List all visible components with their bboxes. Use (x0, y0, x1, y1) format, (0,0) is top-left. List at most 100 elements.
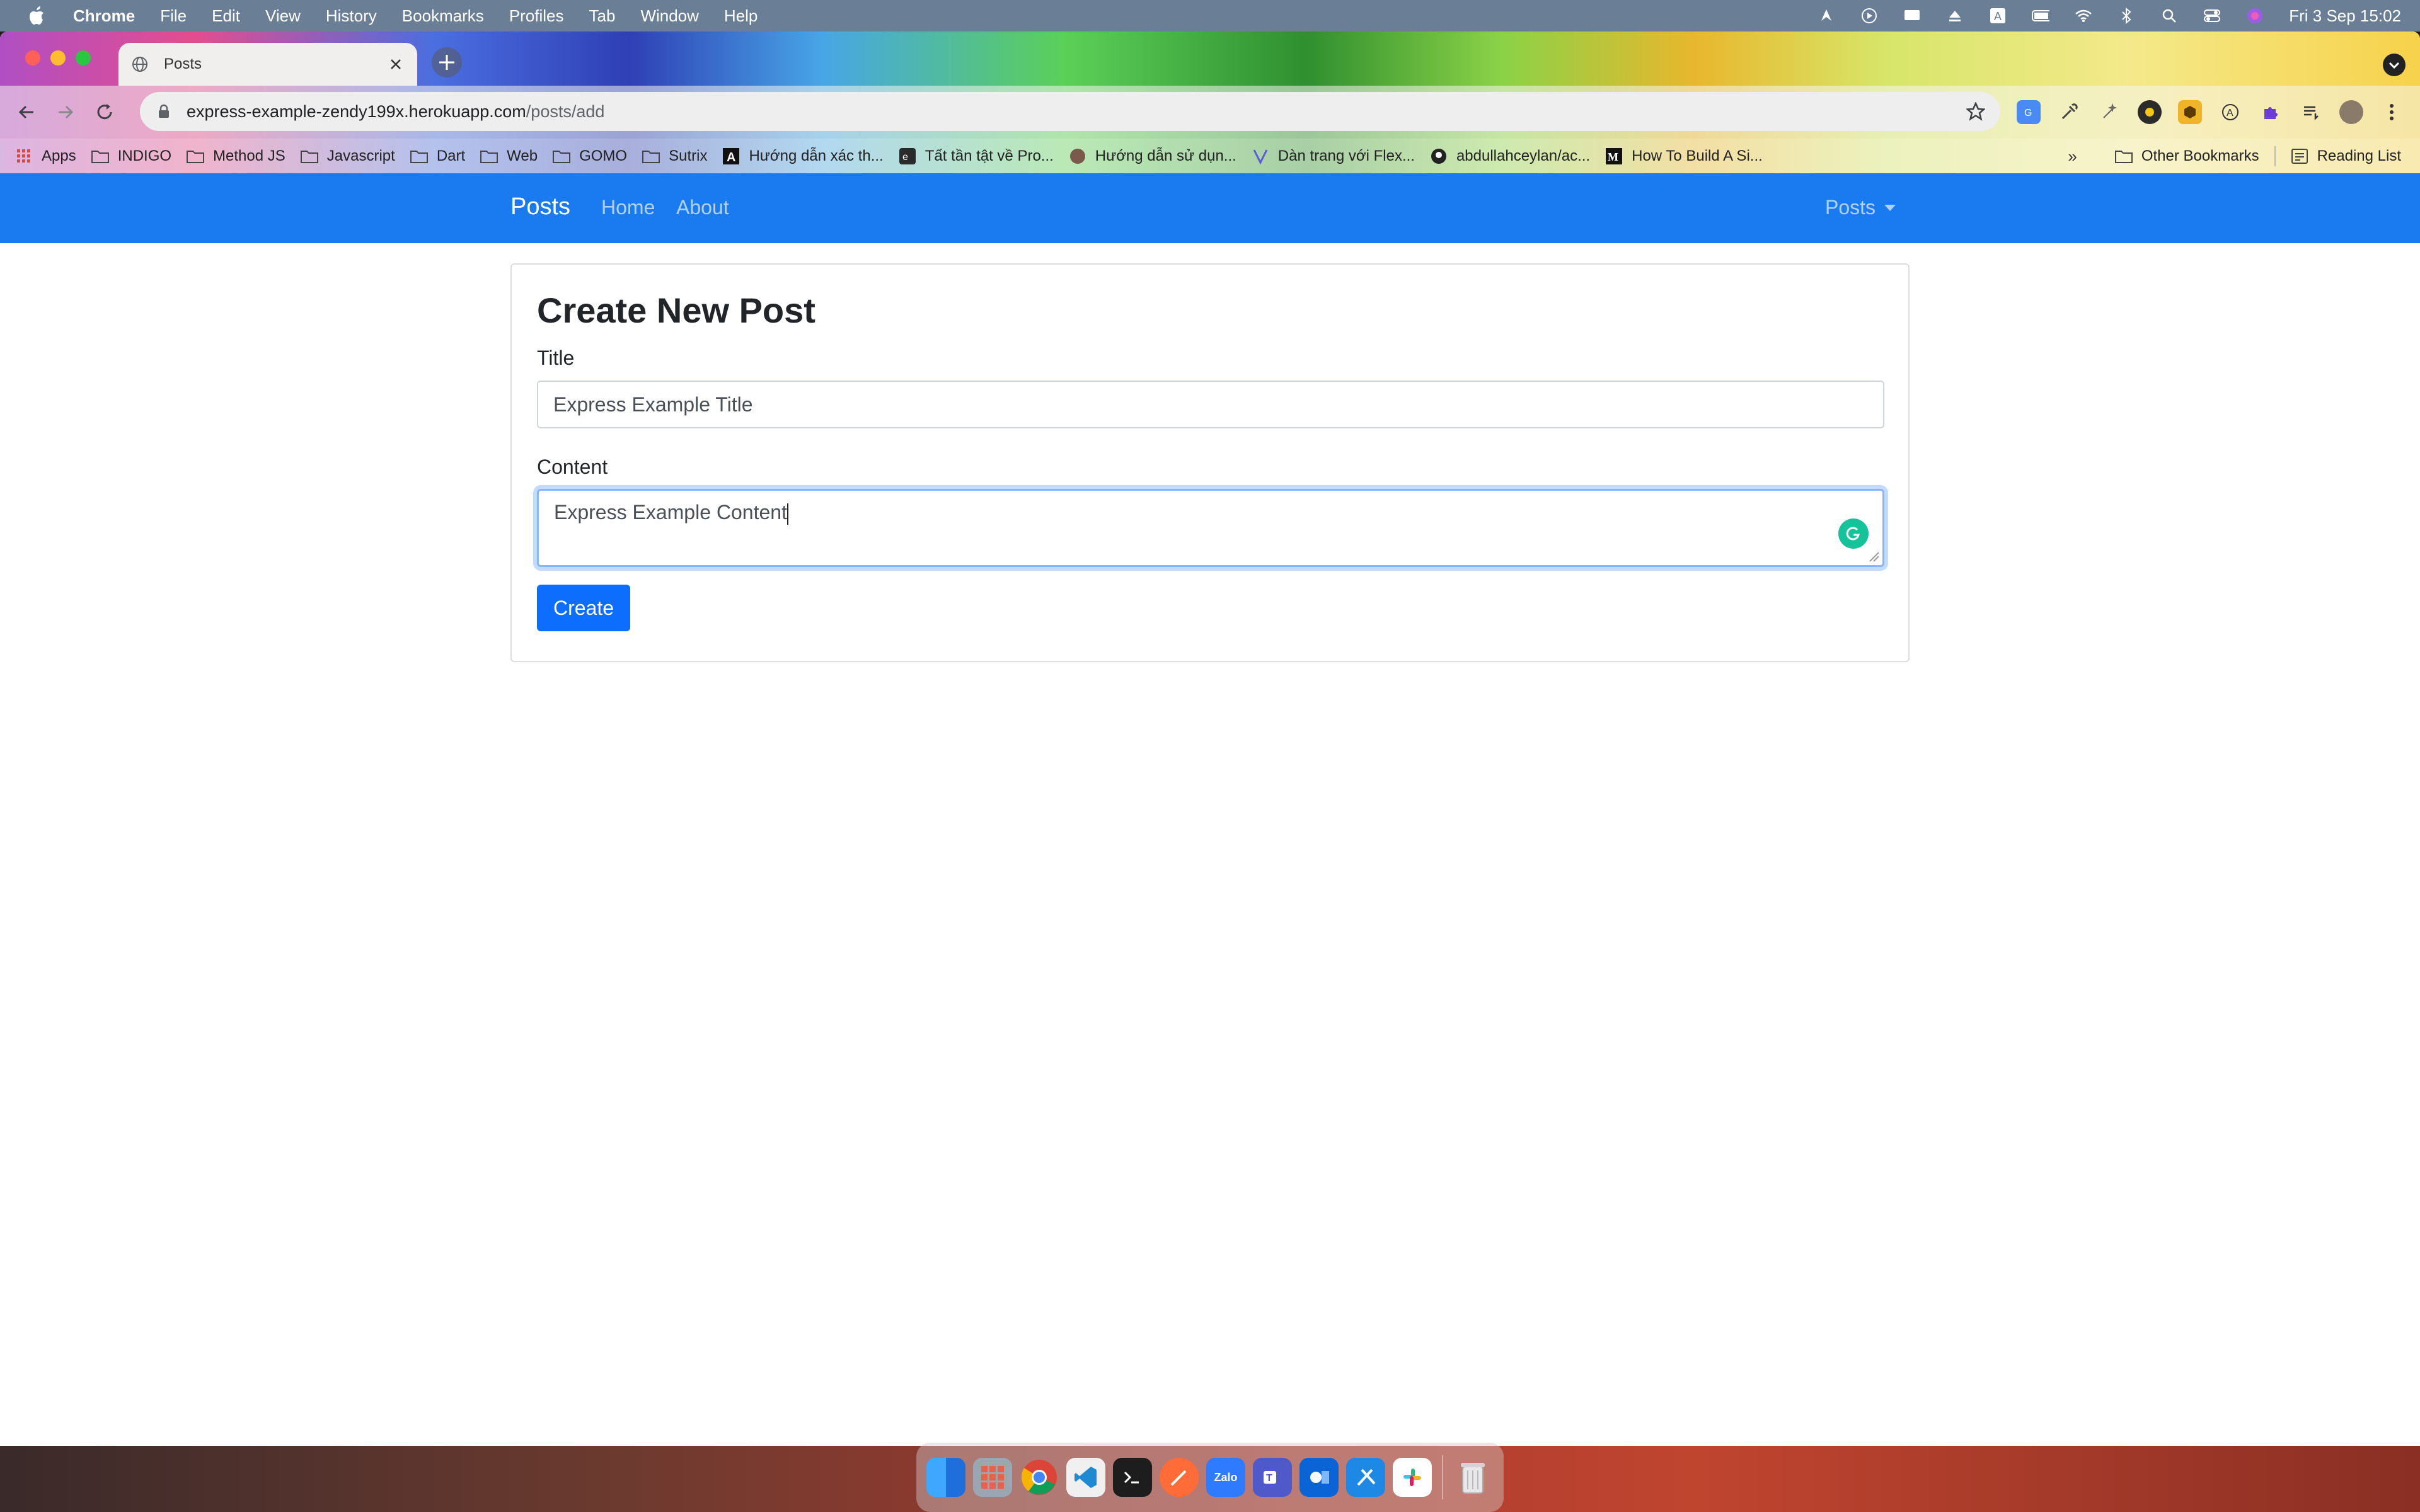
bookmark-folder-dart[interactable]: Dart (410, 147, 465, 165)
bookmark-dan-trang-flex[interactable]: Dàn trang với Flex... (1252, 147, 1415, 165)
control-center-icon[interactable] (2203, 7, 2221, 25)
reload-icon[interactable] (92, 100, 117, 125)
bookmark-folder-method-js[interactable]: Method JS (187, 147, 285, 165)
postman-icon[interactable] (1160, 1458, 1199, 1497)
xcode-icon[interactable] (1346, 1458, 1385, 1497)
menu-window[interactable]: Window (640, 6, 698, 26)
lock-icon[interactable] (156, 104, 171, 119)
tab-strip: Posts (0, 32, 2420, 86)
teams-icon[interactable]: T (1253, 1458, 1292, 1497)
menu-file[interactable]: File (160, 6, 187, 26)
tab-title: Posts (164, 55, 202, 72)
menu-history[interactable]: History (326, 6, 377, 26)
posts-dropdown[interactable]: Posts (1825, 196, 1896, 219)
status-app-icon[interactable] (1818, 7, 1835, 25)
bookmark-label: Dart (436, 147, 466, 164)
dark-extension-icon[interactable] (2138, 100, 2162, 124)
bookmark-folder-gomo[interactable]: GOMO (553, 147, 627, 165)
tab-posts[interactable]: Posts (118, 43, 417, 86)
bookmark-label: Hướng dẫn xác th... (749, 147, 884, 164)
menu-help[interactable]: Help (724, 6, 758, 26)
trash-icon[interactable] (1453, 1458, 1492, 1497)
content-textarea[interactable]: Express Example Content (537, 489, 1884, 567)
folder-icon (480, 148, 498, 164)
reading-list-button[interactable]: Reading List (2291, 147, 2401, 165)
navbar-brand[interactable]: Posts (510, 193, 570, 220)
profile-avatar[interactable] (2339, 100, 2363, 124)
puzzle-extension-icon[interactable] (2259, 100, 2283, 124)
avatar-favicon-icon (1069, 148, 1086, 164)
back-icon[interactable] (14, 100, 39, 125)
close-tab-icon[interactable] (387, 55, 405, 73)
menu-view[interactable]: View (265, 6, 301, 26)
outlook-icon[interactable] (1299, 1458, 1339, 1497)
bookmark-star-icon[interactable] (1965, 101, 1986, 122)
vscode-icon[interactable] (1066, 1458, 1105, 1497)
title-input[interactable]: Express Example Title (537, 381, 1884, 428)
sparkle-extension-icon[interactable] (2097, 100, 2121, 124)
address-bar[interactable]: express-example-zendy199x.herokuapp.com/… (140, 92, 2000, 131)
bookmark-huong-dan-xac-thuc[interactable]: A Hướng dẫn xác th... (722, 147, 884, 165)
launchpad-icon[interactable] (973, 1458, 1012, 1497)
screen-icon[interactable] (1903, 7, 1921, 25)
url-text: express-example-zendy199x.herokuapp.com/… (187, 102, 604, 122)
posts-dropdown-label: Posts (1825, 196, 1876, 219)
bookmark-folder-indigo[interactable]: INDIGO (91, 147, 171, 165)
apple-icon[interactable] (25, 4, 48, 27)
nav-link-about[interactable]: About (676, 196, 729, 219)
play-icon[interactable] (1860, 7, 1878, 25)
title-label: Title (537, 346, 575, 369)
wifi-icon[interactable] (2075, 7, 2092, 25)
bookmark-folder-web[interactable]: Web (480, 147, 538, 165)
bookmark-folder-sutrix[interactable]: Sutrix (642, 147, 707, 165)
bookmark-folder-javascript[interactable]: Javascript (300, 147, 395, 165)
menubar-clock[interactable]: Fri 3 Sep 15:02 (2289, 6, 2401, 26)
slack-icon[interactable] (1393, 1458, 1432, 1497)
chrome-app-icon[interactable] (1020, 1458, 1059, 1497)
more-bookmarks-chevron-icon[interactable]: » (2068, 147, 2077, 166)
cube-extension-icon[interactable] (2178, 100, 2202, 124)
battery-icon[interactable] (2032, 7, 2050, 25)
maximize-window-button[interactable] (76, 50, 91, 66)
chrome-menu-icon[interactable] (2380, 100, 2404, 124)
bookmark-huong-dan-su-dung[interactable]: Hướng dẫn sử dụn... (1069, 147, 1236, 165)
eject-icon[interactable] (1946, 7, 1964, 25)
close-window-button[interactable] (25, 50, 40, 66)
nav-link-home[interactable]: Home (601, 196, 655, 219)
bookmark-apps[interactable]: Apps (15, 147, 76, 165)
apps-grid-icon (15, 148, 33, 164)
globe-icon (131, 55, 149, 73)
menu-profiles[interactable]: Profiles (509, 6, 564, 26)
forward-icon[interactable] (53, 100, 78, 125)
menubar-status-area: A Fri 3 Sep 15:02 (1792, 0, 2401, 32)
create-button[interactable]: Create (537, 585, 630, 631)
bookmark-medium[interactable]: M How To Build A Si... (1605, 147, 1763, 165)
zalo-icon[interactable]: Zalo (1206, 1458, 1245, 1497)
bookmark-label: Javascript (326, 147, 395, 164)
eyedropper-extension-icon[interactable] (2057, 100, 2081, 124)
spotlight-icon[interactable] (2160, 7, 2178, 25)
bookmark-other-bookmarks[interactable]: Other Bookmarks (2114, 147, 2259, 165)
terminal-icon[interactable] (1113, 1458, 1152, 1497)
resize-handle-icon[interactable] (1869, 551, 1880, 563)
menu-tab[interactable]: Tab (589, 6, 616, 26)
input-source-icon[interactable]: A (1989, 7, 2007, 25)
tab-search-icon[interactable] (2382, 53, 2406, 77)
bluetooth-icon[interactable] (2118, 7, 2135, 25)
translate-extension-icon[interactable]: G (2017, 100, 2041, 124)
menu-bookmarks[interactable]: Bookmarks (402, 6, 484, 26)
medium-icon: M (1605, 148, 1623, 164)
a-circle-extension-icon[interactable]: A (2218, 100, 2242, 124)
bookmarks-divider (2274, 146, 2276, 166)
reading-mode-icon[interactable] (2299, 100, 2323, 124)
finder-icon[interactable] (926, 1458, 965, 1497)
siri-icon[interactable] (2246, 7, 2264, 25)
minimize-window-button[interactable] (50, 50, 66, 66)
new-tab-icon[interactable] (431, 47, 463, 78)
web-page: Posts Home About Posts Create New Post T… (0, 173, 2420, 1446)
grammarly-icon[interactable] (1838, 518, 1869, 549)
bookmark-tat-tan-tat[interactable]: e Tất tần tật về Pro... (899, 147, 1054, 165)
menu-edit[interactable]: Edit (212, 6, 240, 26)
bookmark-github[interactable]: abdullahceylan/ac... (1430, 147, 1590, 165)
menu-app-name[interactable]: Chrome (73, 6, 135, 26)
